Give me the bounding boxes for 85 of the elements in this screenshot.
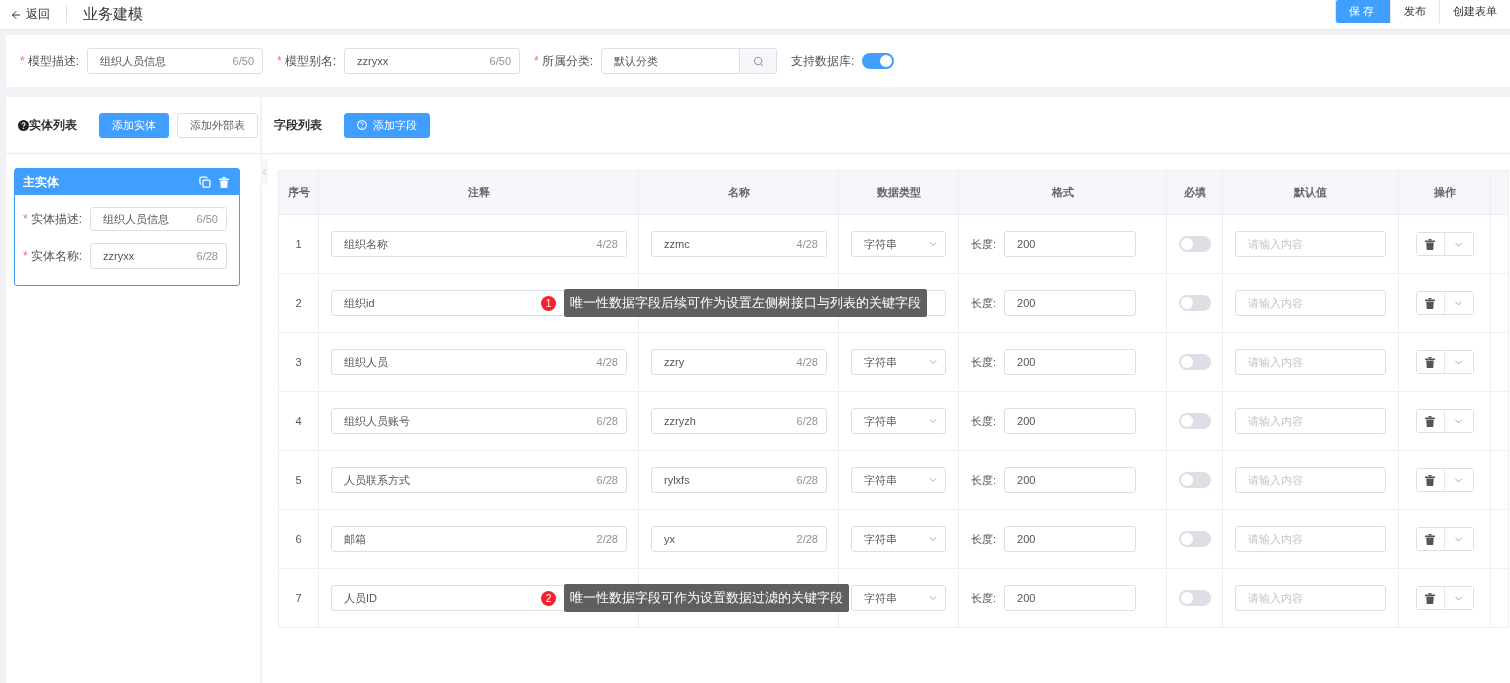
help-icon	[18, 119, 29, 131]
panel-title: 字段列表	[274, 116, 322, 134]
field-label: * 模型描述:	[20, 52, 79, 70]
comment-field[interactable]: 邮箱 2/28	[331, 526, 627, 552]
field-label: 支持数据库:	[791, 52, 855, 70]
type-select[interactable]: 字符串	[851, 585, 946, 611]
row-number: 2	[294, 297, 303, 309]
copy-icon[interactable]	[199, 176, 211, 188]
trash-icon	[1425, 356, 1436, 368]
trash-icon	[1425, 238, 1436, 250]
type-select[interactable]: 字符串	[851, 408, 946, 434]
length-label: 长度:	[971, 295, 997, 311]
text-field[interactable]: 组织人员信息 6/50	[87, 48, 263, 74]
length-field[interactable]: 200	[1004, 585, 1137, 611]
tooltip: 唯一性数据字段后续可作为设置左侧树接口与列表的关键字段	[564, 289, 927, 317]
column-header: 必填	[1166, 170, 1223, 215]
trash-icon	[1425, 592, 1436, 604]
field-label: * 所属分类:	[534, 52, 594, 70]
type-select[interactable]: 字符串	[851, 467, 946, 493]
length-label: 长度:	[971, 236, 997, 252]
panel-title: 实体列表	[18, 116, 77, 134]
length-label: 长度:	[971, 354, 997, 370]
name-field[interactable]: yx 2/28	[651, 526, 827, 552]
row-number: 1	[294, 238, 303, 250]
entity-card[interactable]: 主实体 * 实体描述: 组织人员信息 6/50 * 实体名称: zzryxx 6/28	[14, 168, 240, 286]
length-label: 长度:	[971, 413, 997, 429]
text-field[interactable]: zzryxx 6/28	[90, 243, 227, 269]
length-field[interactable]: 200	[1004, 349, 1137, 375]
add-button[interactable]: 添加外部表	[177, 112, 258, 138]
field-label: * 实体描述:	[23, 210, 82, 228]
field-label: * 实体名称:	[23, 247, 82, 265]
length-field[interactable]: 200	[1004, 408, 1137, 434]
trash-icon	[219, 176, 229, 188]
type-select[interactable]: 字符串	[851, 349, 946, 375]
name-field[interactable]: rylxfs 6/28	[651, 467, 827, 493]
column-header: 注释	[318, 170, 639, 215]
tooltip: 唯一性数据字段可作为设置数据过滤的关键字段	[564, 584, 849, 612]
row-number: 4	[294, 415, 303, 427]
comment-field[interactable]: 组织名称 4/28	[331, 231, 627, 257]
help-icon	[357, 120, 367, 130]
column-header: 默认值	[1222, 170, 1399, 215]
column-header: 数据类型	[838, 170, 959, 215]
column-header: 格式	[958, 170, 1167, 215]
type-select[interactable]: 字符串	[851, 526, 946, 552]
toggle-switch[interactable]	[1179, 413, 1211, 429]
comment-field[interactable]: 组织人员账号 6/28	[331, 408, 627, 434]
length-label: 长度:	[971, 472, 997, 488]
length-field[interactable]: 200	[1004, 467, 1137, 493]
comment-field[interactable]: 人员联系方式 6/28	[331, 467, 627, 493]
text-field[interactable]: zzryxx 6/50	[344, 48, 521, 74]
trash-icon	[1425, 297, 1436, 309]
trash-icon	[1425, 474, 1436, 486]
row-number: 6	[294, 533, 303, 545]
toggle-switch[interactable]	[1179, 590, 1211, 606]
toggle-switch[interactable]	[1179, 236, 1211, 252]
collapse-handle[interactable]	[260, 159, 268, 185]
name-field[interactable]: zzry 4/28	[651, 349, 827, 375]
row-number: 5	[294, 474, 303, 486]
trash-icon	[1425, 415, 1436, 427]
toggle-switch[interactable]	[1179, 531, 1211, 547]
column-header: 名称	[638, 170, 839, 215]
row-number: 7	[294, 592, 303, 604]
length-label: 长度:	[971, 531, 997, 547]
column-header: 操作	[1398, 170, 1491, 215]
type-select[interactable]: 字符串	[851, 231, 946, 257]
row-number: 3	[294, 356, 303, 368]
back-link[interactable]: 返回	[10, 6, 67, 23]
text-area[interactable]: 组织人员信息 6/50	[90, 207, 227, 231]
entity-name: 主实体	[23, 173, 59, 191]
name-field[interactable]: zzryzh 6/28	[651, 408, 827, 434]
page-title: 业务建模	[83, 5, 143, 24]
field-label: * 模型别名:	[277, 52, 337, 70]
toggle-switch[interactable]	[1179, 472, 1211, 488]
comment-field[interactable]: 组织人员 4/28	[331, 349, 627, 375]
length-field[interactable]: 200	[1004, 290, 1137, 316]
length-field[interactable]: 200	[1004, 231, 1137, 257]
toggle-switch[interactable]	[1179, 295, 1211, 311]
name-field[interactable]: zzmc 4/28	[651, 231, 827, 257]
toggle-switch[interactable]	[862, 53, 895, 69]
arrow-left-icon	[10, 8, 22, 21]
length-label: 长度:	[971, 590, 997, 606]
trash-icon	[1425, 533, 1436, 545]
toggle-switch[interactable]	[1179, 354, 1211, 370]
length-field[interactable]: 200	[1004, 526, 1137, 552]
column-header: 序号	[278, 170, 319, 215]
